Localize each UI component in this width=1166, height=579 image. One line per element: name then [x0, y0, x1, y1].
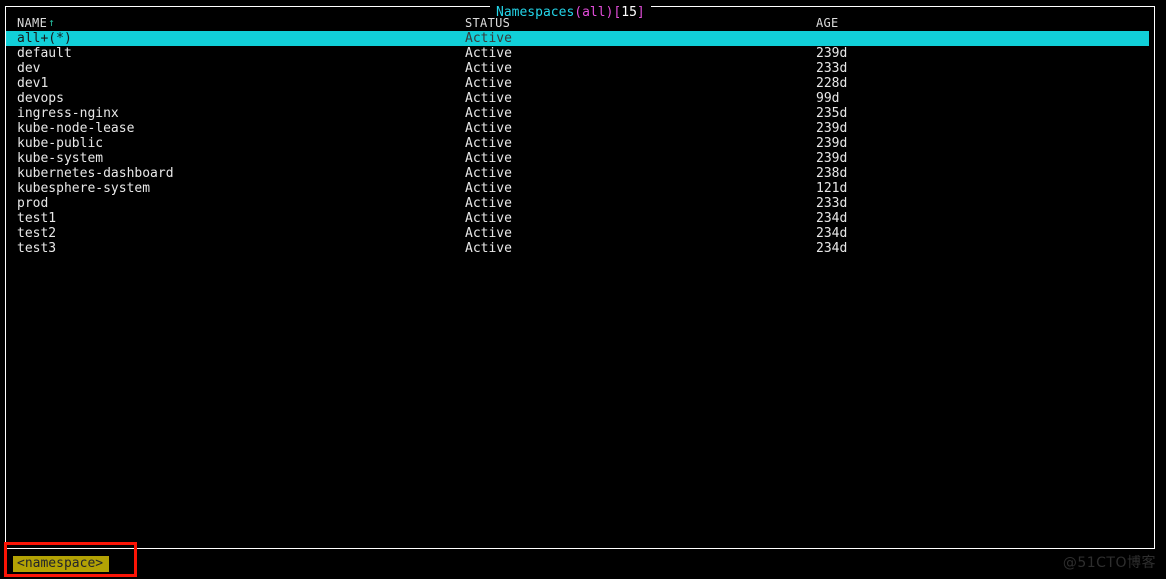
cell-status: Active	[465, 226, 512, 241]
cell-status: Active	[465, 106, 512, 121]
cell-name: default	[17, 46, 72, 61]
table-header-row: NAME↑ STATUS AGE	[6, 16, 1154, 31]
cell-name: kubesphere-system	[17, 181, 151, 196]
column-header-name[interactable]: NAME↑	[17, 16, 55, 31]
table-row[interactable]: test3 Active 234d	[6, 241, 1154, 256]
cell-age: 238d	[816, 166, 848, 181]
cell-status: Active	[465, 46, 512, 61]
table-row[interactable]: all+(*) Active	[6, 31, 1149, 46]
cell-age: 99d	[816, 91, 840, 106]
table-row[interactable]: devops Active 99d	[6, 91, 1154, 106]
cell-status: Active	[465, 121, 512, 136]
cell-name: kube-public	[17, 136, 104, 151]
cell-name: prod	[17, 196, 49, 211]
cell-status: Active	[465, 241, 512, 256]
k9s-main-panel: Namespaces(all)[15] NAME↑ STATUS AGE all…	[5, 5, 1155, 549]
column-header-age[interactable]: AGE	[816, 16, 839, 31]
table-body: all+(*) Active default Active 239d dev Active 2…	[6, 31, 1154, 256]
table-row[interactable]: prod Active 233d	[6, 196, 1154, 211]
cell-status: Active	[465, 61, 512, 76]
cell-status: Active	[465, 196, 512, 211]
cell-age: 234d	[816, 226, 848, 241]
table-row[interactable]: dev1 Active 228d	[6, 76, 1154, 91]
cell-age: 239d	[816, 136, 848, 151]
table-row[interactable]: ingress-nginx Active 235d	[6, 106, 1154, 121]
cell-status: Active	[465, 166, 512, 181]
table-row[interactable]: kubernetes-dashboard Active 238d	[6, 166, 1154, 181]
table-row[interactable]: default Active 239d	[6, 46, 1154, 61]
cell-age: 239d	[816, 151, 848, 166]
cell-age: 233d	[816, 61, 848, 76]
column-header-status[interactable]: STATUS	[465, 16, 510, 31]
cell-age: 239d	[816, 46, 848, 61]
cell-status: Active	[465, 211, 512, 226]
cell-status: Active	[465, 91, 512, 106]
table-row[interactable]: test2 Active 234d	[6, 226, 1154, 241]
cell-name: kube-system	[17, 151, 104, 166]
namespace-prompt-input[interactable]: <namespace>	[13, 556, 110, 572]
command-prompt-bar: <namespace>	[0, 552, 1166, 579]
table-row[interactable]: dev Active 233d	[6, 61, 1154, 76]
cell-age: 228d	[816, 76, 848, 91]
cell-age: 239d	[816, 121, 848, 136]
cell-name: test2	[17, 226, 57, 241]
watermark: @51CTO博客	[1062, 555, 1156, 571]
cell-status: Active	[465, 31, 512, 46]
cell-name: test1	[17, 211, 57, 226]
table-row[interactable]: test1 Active 234d	[6, 211, 1154, 226]
cell-name: kubernetes-dashboard	[17, 166, 174, 181]
namespaces-table: NAME↑ STATUS AGE all+(*) Active default Act…	[6, 7, 1154, 548]
cell-age: 233d	[816, 196, 848, 211]
cell-status: Active	[465, 181, 512, 196]
cell-age: 234d	[816, 241, 848, 256]
cell-name: all+(*)	[17, 31, 72, 46]
table-row[interactable]: kube-node-lease Active 239d	[6, 121, 1154, 136]
cell-name: devops	[17, 91, 64, 106]
cell-age: 235d	[816, 106, 848, 121]
cell-name: ingress-nginx	[17, 106, 119, 121]
table-row[interactable]: kube-public Active 239d	[6, 136, 1154, 151]
cell-age: 234d	[816, 211, 848, 226]
cell-age: 121d	[816, 181, 848, 196]
table-row[interactable]: kube-system Active 239d	[6, 151, 1154, 166]
cell-name: kube-node-lease	[17, 121, 135, 136]
table-row[interactable]: kubesphere-system Active 121d	[6, 181, 1154, 196]
cell-name: dev	[17, 61, 41, 76]
cell-status: Active	[465, 136, 512, 151]
column-header-name-label: NAME	[17, 16, 48, 30]
cell-name: test3	[17, 241, 57, 256]
cell-status: Active	[465, 151, 512, 166]
cell-status: Active	[465, 76, 512, 91]
cell-name: dev1	[17, 76, 49, 91]
sort-ascending-icon: ↑	[48, 16, 56, 29]
